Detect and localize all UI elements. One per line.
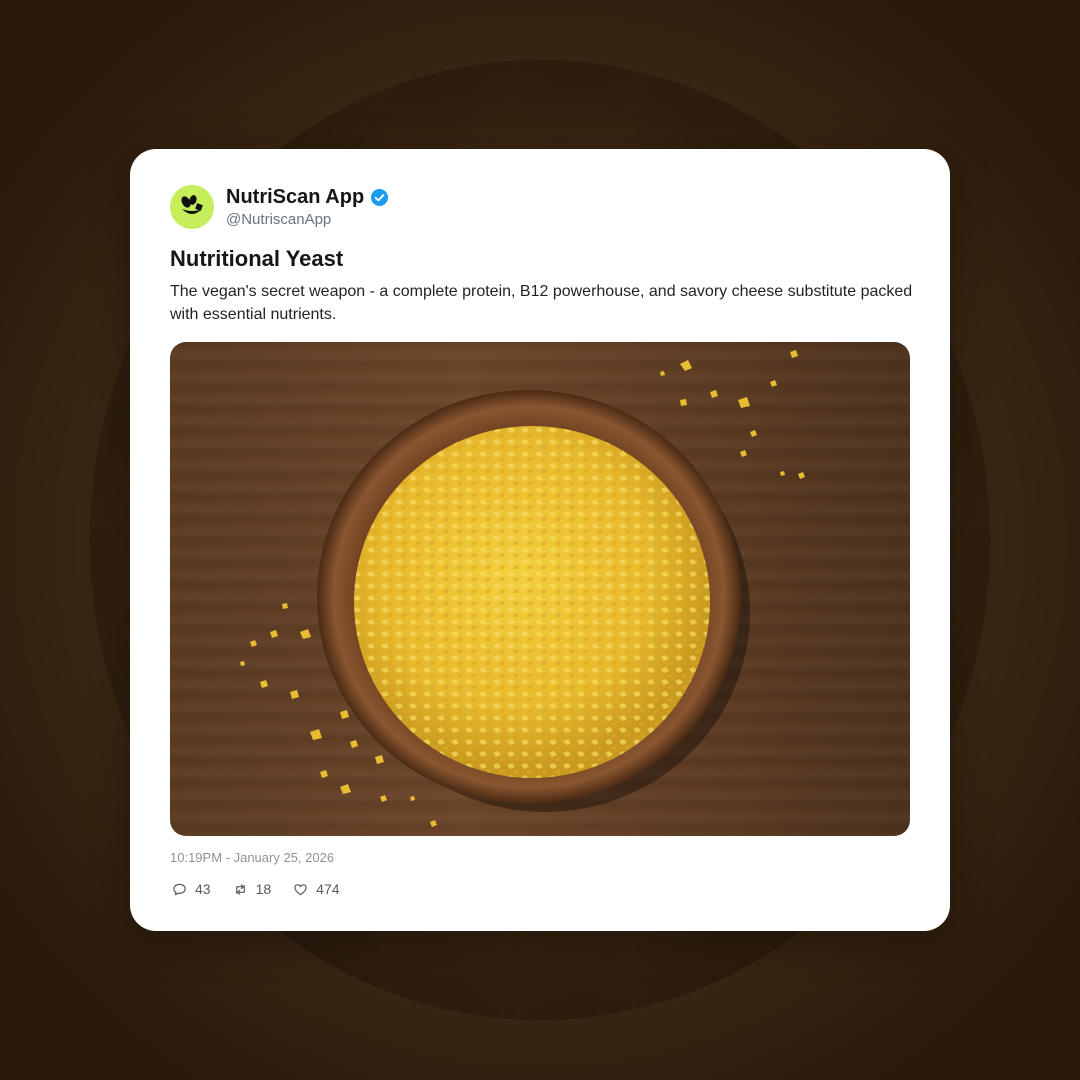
repost-button[interactable]: 18 [233,881,272,897]
author-handle[interactable]: @NutriscanApp [226,211,331,228]
author-name[interactable]: NutriScan App [226,185,364,209]
like-count: 474 [316,881,340,897]
like-button[interactable]: 474 [293,881,340,897]
comment-icon [173,883,186,895]
post-title: Nutritional Yeast [170,246,344,271]
post-card: NutriScan App @NutriscanApp Nutritional … [130,149,950,931]
verified-badge-icon [371,188,389,206]
repost-icon [235,883,245,895]
post-actions: 43 18 474 [172,881,340,897]
avatar[interactable] [170,185,214,229]
repost-count: 18 [255,881,272,897]
post-image[interactable] [170,342,910,836]
author-name-row: NutriScan App [226,185,389,209]
nutritional-yeast-bowl-illustration [240,350,805,827]
reply-button[interactable]: 43 [172,881,211,897]
post-description: The vegan's secret weapon - a complete p… [170,283,913,323]
post-timestamp[interactable]: 10:19PM - January 25, 2026 [170,850,334,865]
reply-count: 43 [195,881,211,897]
heart-icon [294,883,307,895]
leaf-logo-icon [181,195,203,214]
